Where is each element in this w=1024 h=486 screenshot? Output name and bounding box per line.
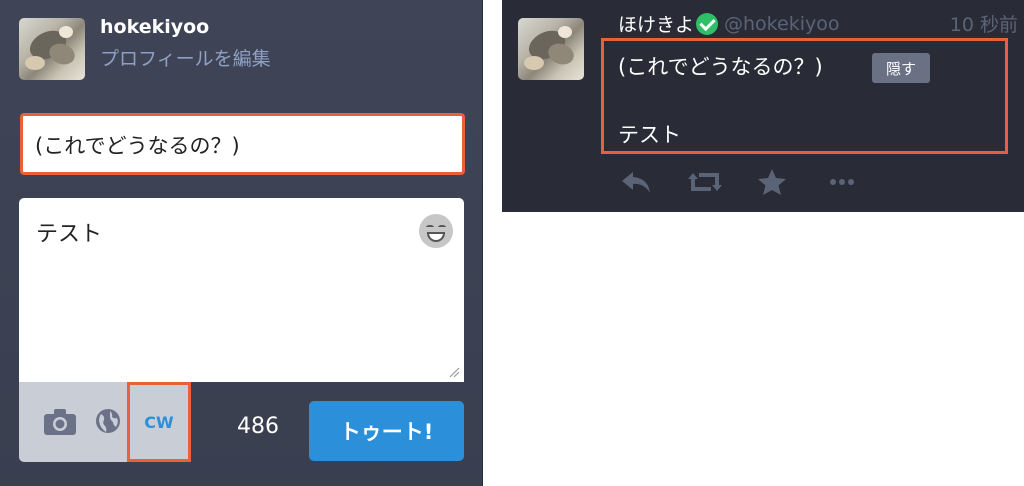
status-header: ほけきよ @hokekiyoo 10 秒前 xyxy=(618,10,1018,40)
compose-panel: hokekiyoo プロフィールを編集 (これでどうなるの？) テスト CW 4… xyxy=(0,0,483,486)
hide-button[interactable]: 隠す xyxy=(872,53,930,83)
more-icon[interactable] xyxy=(829,168,855,196)
status-card: ほけきよ @hokekiyoo 10 秒前 (これでどうなるの？) 隠す テスト xyxy=(502,0,1024,212)
status-avatar[interactable] xyxy=(518,18,584,80)
toot-button[interactable]: トゥート! xyxy=(309,401,464,461)
compose-username: hokekiyoo xyxy=(100,16,210,38)
emoji-icon[interactable] xyxy=(419,214,453,248)
reply-icon[interactable] xyxy=(619,168,653,196)
display-name[interactable]: ほけきよ xyxy=(618,14,694,36)
resize-handle-icon[interactable] xyxy=(448,366,460,378)
toot-textarea[interactable]: テスト xyxy=(19,198,464,382)
compose-toolbar: CW xyxy=(19,382,191,462)
favourite-icon[interactable] xyxy=(757,168,787,196)
character-counter: 486 xyxy=(237,414,279,439)
account-handle[interactable]: @hokekiyoo xyxy=(724,13,839,35)
boost-icon[interactable] xyxy=(687,168,723,196)
camera-icon[interactable] xyxy=(43,408,77,436)
cw-button[interactable]: CW xyxy=(127,382,191,462)
verified-icon xyxy=(696,12,719,35)
content-warning-input[interactable]: (これでどうなるの？) xyxy=(20,113,465,175)
globe-icon[interactable] xyxy=(95,408,121,434)
status-content: (これでどうなるの？) 隠す テスト xyxy=(601,38,1008,154)
toot-text: テスト xyxy=(36,222,103,247)
spoiler-text: (これでどうなるの？) xyxy=(618,55,823,79)
edit-profile-link[interactable]: プロフィールを編集 xyxy=(100,44,271,71)
status-timestamp[interactable]: 10 秒前 xyxy=(950,10,1018,37)
avatar[interactable] xyxy=(19,18,85,80)
status-text: テスト xyxy=(618,123,681,147)
